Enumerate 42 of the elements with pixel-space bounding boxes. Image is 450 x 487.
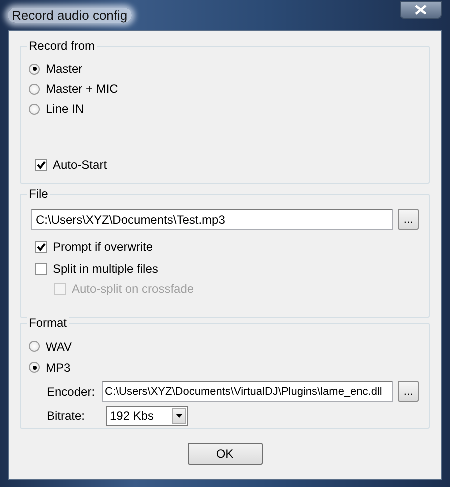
checkbox-label: Auto-split on crossfade bbox=[72, 282, 194, 296]
radio-option[interactable]: MP3 bbox=[29, 357, 419, 378]
radio-label: WAV bbox=[46, 340, 72, 354]
close-button[interactable] bbox=[400, 1, 442, 19]
radio-button[interactable] bbox=[29, 341, 40, 352]
checkbox-label: Prompt if overwrite bbox=[53, 240, 154, 254]
checkbox-label: Auto-Start bbox=[53, 158, 108, 172]
checkbox-label: Split in multiple files bbox=[53, 262, 158, 276]
radio-button[interactable] bbox=[29, 64, 40, 74]
encoder-label: Encoder: bbox=[47, 384, 96, 398]
checkbox[interactable] bbox=[35, 241, 47, 253]
radio-button[interactable] bbox=[29, 84, 40, 94]
radio-button[interactable] bbox=[29, 104, 40, 114]
radio-label: Master bbox=[46, 62, 83, 76]
checkbox-option[interactable]: Prompt if overwrite bbox=[29, 236, 419, 258]
checkbox[interactable] bbox=[35, 263, 47, 275]
radio-option[interactable]: Master + MIC bbox=[29, 79, 419, 99]
window-title: Record audio config bbox=[8, 8, 132, 22]
radio-option[interactable]: Master bbox=[29, 59, 419, 79]
caret-icon bbox=[176, 414, 182, 418]
checkbox-option[interactable]: Auto-Start bbox=[29, 155, 419, 175]
group-title: Record from bbox=[27, 39, 98, 53]
checkmark-icon bbox=[36, 160, 46, 170]
bitrate-dropdown[interactable]: 192 Kbs bbox=[106, 406, 188, 426]
radio-button[interactable] bbox=[29, 362, 40, 373]
radio-label: MP3 bbox=[46, 360, 71, 374]
browse-button[interactable]: ... bbox=[398, 381, 419, 402]
ok-button[interactable]: OK bbox=[188, 443, 262, 465]
group-title: Format bbox=[27, 316, 70, 330]
encoder-path-field[interactable]: C:\Users\XYZ\Documents\VirtualDJ\Plugins\lame_enc.dll bbox=[102, 381, 393, 402]
radio-option[interactable]: WAV bbox=[29, 336, 419, 357]
bitrate-label: Bitrate: bbox=[47, 409, 86, 423]
radio-label: Line IN bbox=[46, 102, 84, 116]
group-title: File bbox=[27, 187, 50, 201]
radio-label: Master + MIC bbox=[46, 82, 118, 96]
radio-option[interactable]: Line IN bbox=[29, 99, 419, 119]
checkbox-option[interactable]: Split in multiple files bbox=[29, 258, 419, 280]
browse-button[interactable]: ... bbox=[398, 209, 419, 230]
checkmark-icon bbox=[36, 242, 46, 252]
file-path-field[interactable]: C:\Users\XYZ\Documents\Test.mp3 bbox=[31, 209, 393, 230]
checkbox[interactable] bbox=[35, 159, 47, 171]
close-icon bbox=[415, 5, 427, 15]
